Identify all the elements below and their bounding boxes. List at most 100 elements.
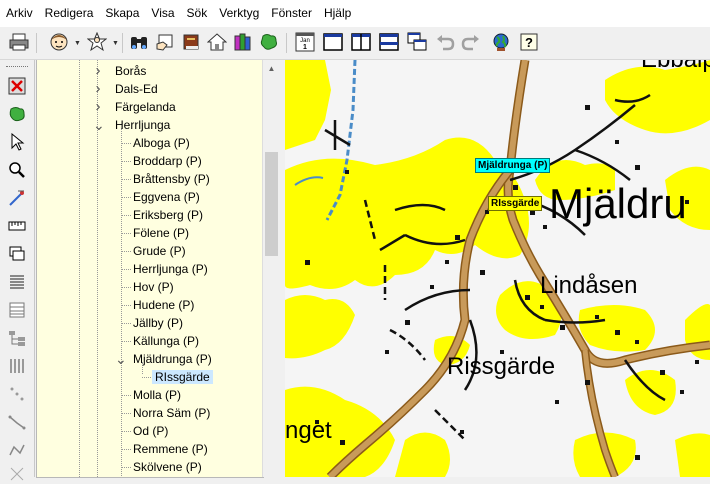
binoculars-icon[interactable] — [128, 31, 150, 53]
tree-item[interactable]: Alboga (P) — [130, 134, 193, 152]
chevron-down-icon[interactable]: ⌄ — [115, 350, 127, 368]
tree-item[interactable]: Hudene (P) — [130, 296, 197, 314]
undo-icon[interactable] — [434, 31, 456, 53]
scroll-thumb[interactable] — [265, 152, 278, 256]
tree-item[interactable]: Dals-Ed — [112, 80, 161, 98]
pointer-icon[interactable] — [7, 132, 27, 152]
tree-item[interactable]: Hov (P) — [130, 278, 177, 296]
delete-icon[interactable] — [7, 76, 27, 96]
tree-item-label: Bråttensby (P) — [133, 172, 210, 186]
ruler-icon[interactable] — [7, 216, 27, 236]
window-single-icon[interactable] — [322, 31, 344, 53]
parish-marker-badge[interactable]: Mjäldrunga (P) — [475, 158, 551, 173]
menu-s-k[interactable]: Sök — [181, 0, 214, 27]
tree-item[interactable]: Jällby (P) — [130, 314, 186, 332]
route-icon[interactable] — [7, 440, 27, 460]
menu-skapa[interactable]: Skapa — [99, 0, 145, 27]
menu-f-nster[interactable]: Fönster — [265, 0, 318, 27]
tree-item-label: Källunga (P) — [133, 334, 200, 348]
hand-book-icon[interactable] — [154, 31, 176, 53]
window-split-horizontal-icon[interactable] — [378, 31, 400, 53]
menu-arkiv[interactable]: Arkiv — [0, 0, 39, 27]
tree-item-label: Hudene (P) — [133, 298, 195, 312]
book-icon[interactable] — [180, 31, 202, 53]
hierarchy-icon[interactable] — [7, 328, 27, 348]
tree-item-label: Broddarp (P) — [133, 154, 202, 168]
place-tree: › Borås › Dals-Ed › Färgelanda ⌄ Herrljunga Albo… — [36, 60, 264, 478]
chevron-down-icon[interactable]: ⌄ — [93, 116, 105, 134]
columns-icon[interactable] — [7, 356, 27, 376]
calendar-icon[interactable]: Jan 1 — [294, 31, 316, 53]
list-icon[interactable] — [7, 272, 27, 292]
house-icon[interactable] — [206, 31, 228, 53]
tree-item-label: Grude (P) — [133, 244, 186, 258]
menu-redigera[interactable]: Redigera — [39, 0, 100, 27]
tree-item[interactable]: Färgelanda — [112, 98, 179, 116]
tree-item[interactable]: Herrljunga — [112, 116, 173, 134]
tree-item[interactable]: Od (P) — [130, 422, 171, 440]
chevron-right-icon[interactable]: › — [93, 98, 103, 116]
toolbar-separator — [122, 33, 123, 53]
tree-item-label: Herrljunga (P) — [133, 262, 208, 276]
chevron-right-icon[interactable]: › — [93, 80, 103, 98]
tree-item[interactable]: Norra Säm (P) — [130, 404, 213, 422]
zoom-icon[interactable] — [7, 160, 27, 180]
scroll-up-arrow-icon[interactable]: ▲ — [263, 60, 280, 77]
chevron-down-icon[interactable]: ▼ — [74, 40, 81, 47]
tree-item[interactable]: Eriksberg (P) — [130, 206, 206, 224]
tree-item[interactable]: Grude (P) — [130, 242, 189, 260]
person-icon[interactable] — [48, 31, 70, 53]
coordinate-pick-icon[interactable] — [7, 188, 27, 208]
table-icon[interactable] — [7, 300, 27, 320]
tool-extra-icon[interactable] — [7, 464, 27, 484]
tree-item[interactable]: Molla (P) — [130, 386, 184, 404]
tree-item-label: Alboga (P) — [133, 136, 190, 150]
tree-item-label: Eriksberg (P) — [133, 208, 204, 222]
redo-icon[interactable] — [460, 31, 482, 53]
path-icon[interactable] — [7, 412, 27, 432]
help-icon[interactable]: ? — [518, 31, 540, 53]
tree-item[interactable]: Mjäldrunga (P) — [130, 350, 215, 368]
layers-icon[interactable] — [7, 244, 27, 264]
menu-hj-lp[interactable]: Hjälp — [318, 0, 357, 27]
tree-item-label: Mjäldrunga (P) — [133, 352, 212, 366]
books-icon[interactable] — [232, 31, 254, 53]
print-icon[interactable] — [8, 31, 30, 53]
window-split-vertical-icon[interactable] — [350, 31, 372, 53]
window-cascade-icon[interactable] — [406, 31, 428, 53]
map-icon[interactable] — [258, 31, 280, 53]
tree-item[interactable]: Remmene (P) — [130, 440, 211, 458]
tree-item[interactable]: Skölvene (P) — [130, 458, 205, 476]
person-star-icon[interactable] — [86, 31, 108, 53]
chevron-down-icon[interactable]: ▼ — [112, 40, 119, 47]
toolbar: ▼ ▼ Jan 1 ? — [0, 27, 710, 60]
map-label-lindasen: Lindåsen — [540, 272, 638, 299]
tree-item[interactable]: RIssgärde — [152, 368, 213, 386]
dots-icon[interactable] — [7, 384, 27, 404]
tree-item[interactable]: Broddarp (P) — [130, 152, 205, 170]
tree-item-label: Dals-Ed — [115, 82, 158, 96]
map-label-rissgarde: Rissgärde — [447, 353, 556, 380]
map-label-nget: nget — [285, 417, 332, 444]
tree-item[interactable]: Fölene (P) — [130, 224, 192, 242]
tree-item[interactable]: Källunga (P) — [130, 332, 202, 350]
place-marker-badge[interactable]: RIssgärde — [488, 196, 543, 211]
menu-visa[interactable]: Visa — [145, 0, 180, 27]
map-shape-icon[interactable] — [7, 104, 27, 124]
help-glyph: ? — [525, 35, 533, 50]
tree-item[interactable]: Borås — [112, 62, 149, 80]
tree-item-label: RIssgärde — [152, 370, 213, 384]
map-view[interactable]: Mjäldru Lindåsen Rissgärde nget Ebbalp M… — [285, 60, 710, 477]
tree-item[interactable]: Herrljunga (P) — [130, 260, 211, 278]
chevron-right-icon[interactable]: › — [93, 62, 103, 80]
tree-guide-line — [79, 60, 80, 477]
menu-verktyg[interactable]: Verktyg — [213, 0, 265, 27]
tree-guide-line — [121, 128, 122, 477]
tool-palette — [0, 60, 35, 481]
tree-scrollbar[interactable]: ▲ — [262, 60, 280, 477]
globe-icon[interactable] — [490, 31, 512, 53]
tree-item[interactable]: Eggvena (P) — [130, 188, 203, 206]
tree-item-label: Jällby (P) — [133, 316, 184, 330]
tree-item[interactable]: Bråttensby (P) — [130, 170, 213, 188]
tree-item-label: Eggvena (P) — [133, 190, 200, 204]
